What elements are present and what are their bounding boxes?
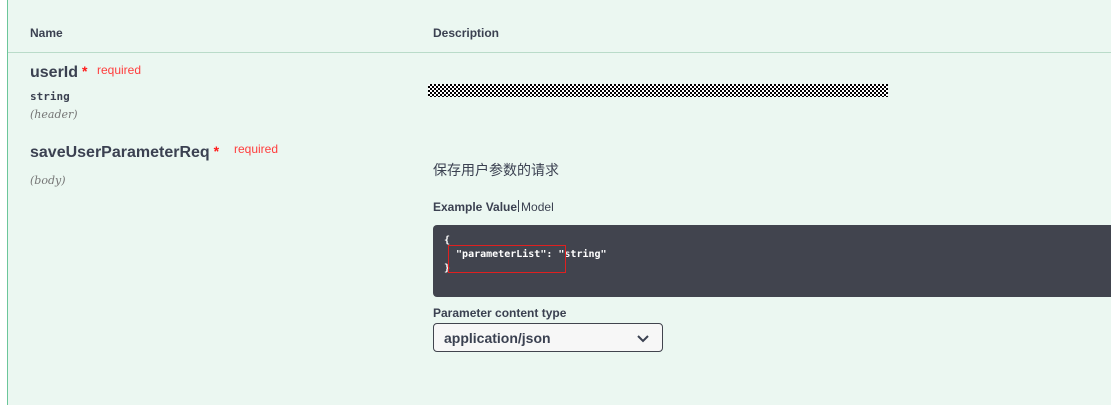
param-name-text: userId xyxy=(30,64,79,81)
column-header-description: Description xyxy=(433,26,500,40)
content-type-select[interactable]: application/json xyxy=(433,323,663,352)
example-model-tabs: Example Value Model xyxy=(433,200,554,214)
param-name-text: saveUserParameterReq xyxy=(30,144,210,161)
required-label: required xyxy=(97,63,142,77)
tab-separator xyxy=(518,200,520,212)
column-header-name: Name xyxy=(30,26,63,40)
param-description: 保存用户参数的请求 xyxy=(433,163,559,179)
highlight-annotation-box xyxy=(448,245,566,273)
content-type-label: Parameter content type xyxy=(433,306,567,320)
param-type: string xyxy=(30,90,70,103)
required-star: * xyxy=(82,63,88,79)
redacted-description xyxy=(428,84,888,97)
tab-model[interactable]: Model xyxy=(521,200,554,214)
param-location: (header) xyxy=(30,108,78,121)
param-name-saveuserparameterreq: saveUserParameterReq * xyxy=(30,143,220,162)
header-divider xyxy=(8,52,1111,53)
tab-example-value[interactable]: Example Value xyxy=(433,200,517,214)
chevron-down-icon xyxy=(637,335,649,343)
required-star: * xyxy=(213,143,220,159)
param-name-userid: userId * xyxy=(30,63,88,82)
required-label: required xyxy=(234,142,279,156)
content-type-selected-value: application/json xyxy=(444,330,551,346)
param-location: (body) xyxy=(30,174,66,187)
